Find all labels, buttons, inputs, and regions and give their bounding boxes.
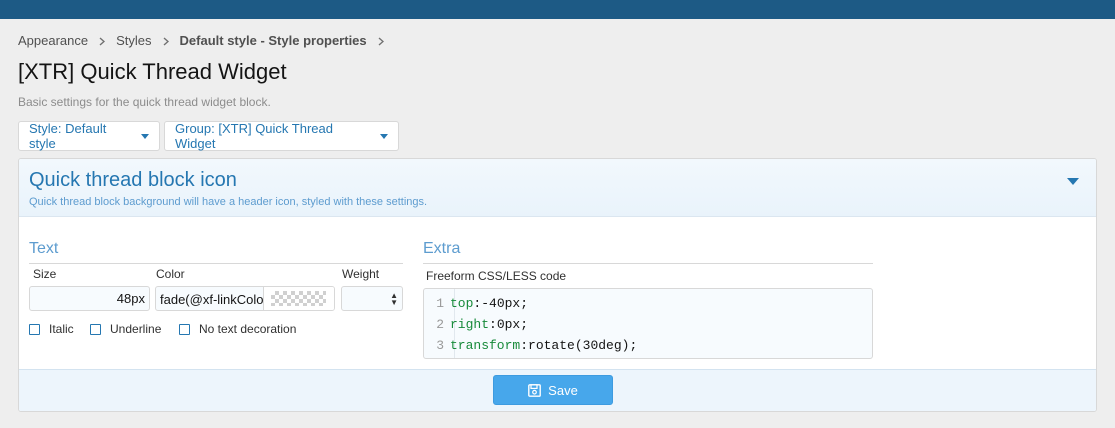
page-description: Basic settings for the quick thread widg… [18, 95, 271, 109]
divider [29, 263, 403, 264]
breadcrumb-item-appearance[interactable]: Appearance [18, 33, 88, 48]
size-label: Size [33, 267, 57, 281]
code-line: 1 top: -40px; [424, 293, 528, 313]
weight-label: Weight [342, 267, 380, 281]
breadcrumb-item-styles[interactable]: Styles [116, 33, 151, 48]
color-value: fade(@xf-linkColo [160, 292, 264, 307]
text-group-title: Text [29, 240, 59, 257]
save-button[interactable]: Save [493, 375, 613, 405]
caret-down-icon [380, 133, 388, 139]
freeform-css-editor[interactable]: 1 top: -40px; 2 right: 0px; 3 transform:… [423, 288, 873, 359]
weight-select[interactable]: ▲ ▼ [341, 286, 403, 311]
panel-title: Quick thread block icon [29, 169, 237, 191]
page-title: [XTR] Quick Thread Widget [18, 59, 287, 84]
line-number: 1 [436, 295, 444, 311]
top-navigation-bar [0, 0, 1115, 19]
italic-checkbox[interactable]: Italic [29, 322, 74, 336]
color-label: Color [156, 267, 185, 281]
style-property-panel: Quick thread block icon Quick thread blo… [18, 158, 1097, 412]
checkbox-box[interactable] [90, 323, 101, 335]
line-number: 2 [436, 316, 444, 332]
underline-checkbox[interactable]: Underline [90, 322, 161, 336]
code-line: 3 transform: rotate(30deg); [424, 335, 637, 355]
code-line: 2 right: 0px; [424, 314, 528, 334]
code-property: transform [450, 337, 521, 353]
no-text-decoration-label: No text decoration [199, 322, 297, 336]
no-text-decoration-checkbox[interactable]: No text decoration [179, 322, 296, 336]
breadcrumb-item-style-properties[interactable]: Default style - Style properties [180, 33, 367, 48]
code-property: right [450, 316, 490, 332]
caret-down-icon [141, 133, 149, 139]
save-label: Save [548, 382, 578, 398]
form-submit-row: Save [19, 369, 1096, 411]
color-input[interactable]: fade(@xf-linkColo [155, 286, 335, 311]
size-input[interactable] [29, 286, 150, 311]
italic-label: Italic [49, 322, 74, 336]
freeform-css-label: Freeform CSS/LESS code [426, 269, 567, 283]
select-arrows-icon: ▲ ▼ [390, 291, 398, 307]
code-value: rotate(30deg); [528, 337, 638, 353]
checkbox-box[interactable] [29, 323, 40, 335]
floppy-disk-icon [528, 383, 542, 397]
group-filter-button[interactable]: Group: [XTR] Quick Thread Widget [164, 121, 399, 151]
checkbox-box[interactable] [179, 323, 190, 335]
code-property: top [450, 295, 474, 311]
chevron-right-icon [367, 32, 395, 48]
style-filter-button[interactable]: Style: Default style [18, 121, 160, 151]
panel-subtitle: Quick thread block background will have … [29, 196, 428, 208]
extra-group-title: Extra [423, 240, 461, 257]
divider [423, 263, 873, 264]
style-filter-label: Style: Default style [29, 121, 107, 151]
underline-label: Underline [110, 322, 162, 336]
caret-down-icon[interactable] [1066, 176, 1080, 186]
panel-header[interactable]: Quick thread block icon Quick thread blo… [19, 159, 1096, 217]
chevron-right-icon [88, 32, 116, 48]
chevron-right-icon [152, 32, 180, 48]
color-picker-swatch[interactable] [263, 287, 334, 310]
code-value: -40px; [481, 295, 529, 311]
line-number: 3 [436, 337, 444, 353]
breadcrumb: Appearance Styles Default style - Style … [18, 32, 395, 48]
code-value: 0px; [496, 316, 529, 332]
group-filter-label: Group: [XTR] Quick Thread Widget [175, 121, 333, 151]
transparent-checker [271, 291, 326, 306]
